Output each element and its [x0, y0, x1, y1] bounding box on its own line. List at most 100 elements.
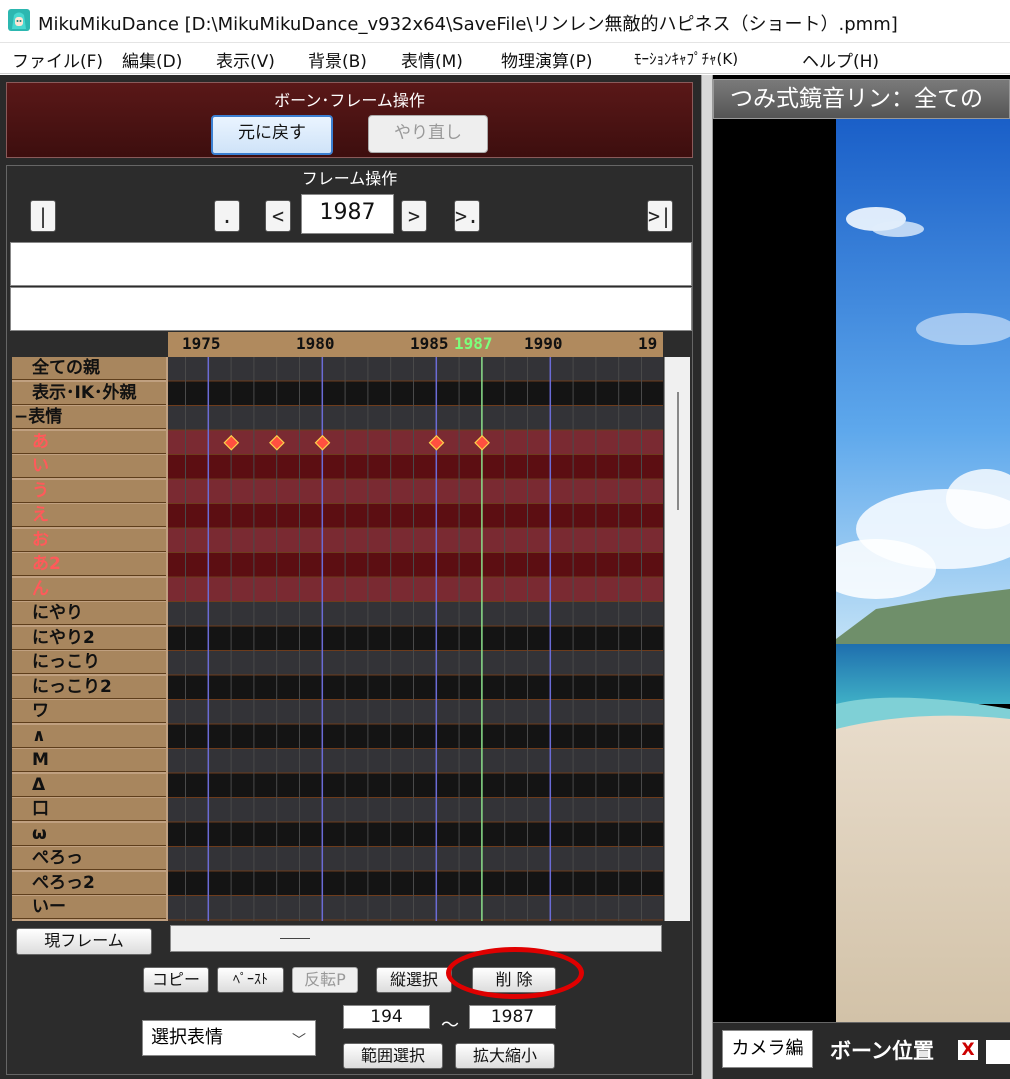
track-label[interactable]: あ: [12, 430, 166, 454]
track-label[interactable]: ん: [12, 577, 166, 601]
track-label[interactable]: 全ての親: [12, 357, 166, 380]
track-label[interactable]: にっこり2: [12, 675, 166, 699]
scrollbar-thumb[interactable]: [677, 392, 679, 510]
track-label[interactable]: あ2: [12, 553, 166, 576]
menu-motion-capture[interactable]: ﾓｰｼｮﾝｷｬﾌﾟﾁｬ(K): [634, 48, 738, 69]
next-frame-button[interactable]: >: [401, 200, 427, 232]
beach-scene-image: [836, 119, 1010, 1022]
menu-background[interactable]: 背景(B): [308, 47, 367, 72]
frame-info-field-1: [10, 242, 692, 286]
track-label[interactable]: にやり2: [12, 626, 166, 650]
frame-slider-bar[interactable]: [170, 925, 662, 952]
expression-select-dropdown[interactable]: 選択表情: [142, 1020, 316, 1056]
bone-position-input[interactable]: [986, 1040, 1010, 1064]
prev-keyframe-button[interactable]: .<: [214, 200, 240, 258]
track-label[interactable]: 口: [12, 798, 166, 821]
current-frame-button[interactable]: 現フレーム: [16, 928, 152, 955]
track-label[interactable]: ぺろっ: [12, 847, 166, 870]
close-x-icon[interactable]: X: [958, 1040, 978, 1060]
track-row[interactable]: [168, 626, 663, 652]
track-label[interactable]: い: [12, 455, 166, 478]
ruler-label: 19: [638, 334, 658, 353]
range-end-input[interactable]: 1987: [469, 1005, 556, 1029]
track-label[interactable]: ワ: [12, 700, 166, 723]
viewport-title: つみ式鏡音リン：全ての: [713, 79, 1010, 119]
frame-info-field-2: [10, 287, 692, 331]
collapse-toggle-icon[interactable]: −: [14, 407, 28, 427]
track-row[interactable]: [168, 430, 663, 456]
track-label[interactable]: え: [12, 504, 166, 527]
prev-frame-button[interactable]: <: [265, 200, 291, 232]
track-row[interactable]: [168, 749, 663, 774]
menu-bar: ファイル(F) 編集(D) 表示(V) 背景(B) 表情(M) 物理演算(P) …: [0, 42, 1010, 74]
range-separator: ～: [441, 1015, 459, 1036]
chevron-down-icon: ﹀: [292, 1033, 306, 1049]
track-row[interactable]: [168, 504, 663, 529]
ruler-label: 1990: [524, 334, 563, 353]
menu-edit[interactable]: 編集(D): [122, 47, 182, 72]
track-row[interactable]: [168, 675, 663, 701]
menu-physics[interactable]: 物理演算(P): [501, 47, 593, 72]
track-row[interactable]: [168, 822, 663, 848]
pane-splitter[interactable]: [701, 75, 713, 1079]
track-row[interactable]: [168, 602, 663, 627]
first-frame-button[interactable]: |<: [30, 200, 56, 258]
ruler-current-frame-label: 1987: [454, 334, 493, 353]
track-row[interactable]: [168, 847, 663, 872]
menu-help[interactable]: ヘルプ(H): [802, 47, 879, 72]
track-row[interactable]: [168, 381, 663, 407]
current-frame-input[interactable]: 1987: [301, 194, 394, 234]
mmd-app-icon: [8, 9, 30, 31]
track-row[interactable]: [168, 406, 663, 431]
next-keyframe-button[interactable]: >.: [454, 200, 480, 232]
track-label[interactable]: にっこり: [12, 651, 166, 674]
last-frame-button[interactable]: >|: [647, 200, 673, 232]
ruler-label: 1975: [182, 334, 221, 353]
track-row[interactable]: [168, 798, 663, 823]
menu-file[interactable]: ファイル(F): [12, 47, 103, 72]
range-start-input[interactable]: 194: [343, 1005, 430, 1029]
track-row[interactable]: [168, 479, 663, 505]
undo-button[interactable]: 元に戻す: [211, 115, 333, 155]
highlight-circle: [446, 947, 584, 999]
track-row[interactable]: [168, 528, 663, 554]
title-bar: MikuMikuDance [D:\MikuMikuDance_v932x64\…: [0, 0, 1010, 42]
ruler-label: 1980: [296, 334, 335, 353]
track-label[interactable]: お: [12, 528, 166, 552]
scale-button[interactable]: 拡大縮小: [455, 1043, 555, 1069]
track-row[interactable]: [168, 871, 663, 897]
track-row[interactable]: [168, 651, 663, 676]
copy-button[interactable]: コピー: [143, 967, 209, 993]
track-row[interactable]: [168, 553, 663, 578]
track-label[interactable]: いー: [12, 896, 166, 919]
track-label[interactable]: ∧: [12, 724, 166, 748]
track-row[interactable]: [168, 700, 663, 725]
vertical-select-button[interactable]: 縦選択: [376, 967, 452, 993]
menu-view[interactable]: 表示(V): [216, 47, 275, 72]
timeline-grid[interactable]: [168, 357, 663, 921]
track-label[interactable]: M: [12, 749, 166, 772]
range-select-button[interactable]: 範囲選択: [343, 1043, 443, 1069]
track-row[interactable]: [168, 357, 663, 382]
paste-button[interactable]: ﾍﾟｰｽﾄ: [217, 967, 284, 993]
track-label[interactable]: ぺろっ2: [12, 871, 166, 895]
frame-panel-title: フレーム操作: [301, 169, 398, 188]
track-row[interactable]: [168, 577, 663, 603]
track-row[interactable]: [168, 455, 663, 480]
track-row[interactable]: [168, 896, 663, 921]
track-label[interactable]: ω: [12, 822, 166, 846]
bone-position-label: ボーン位置: [830, 1039, 934, 1063]
redo-button[interactable]: やり直し: [368, 115, 488, 153]
track-row[interactable]: [168, 724, 663, 750]
flip-paste-button[interactable]: 反転P: [292, 967, 358, 993]
camera-edit-button[interactable]: カメラ編: [722, 1030, 813, 1068]
ruler-label: 1985: [410, 334, 449, 353]
window-title: MikuMikuDance [D:\MikuMikuDance_v932x64\…: [38, 14, 898, 35]
track-label[interactable]: にやり: [12, 602, 166, 625]
track-label[interactable]: Δ: [12, 773, 166, 797]
track-label[interactable]: う: [12, 479, 166, 503]
track-label[interactable]: −表情: [12, 406, 166, 429]
track-label[interactable]: 表示･IK･外親: [12, 381, 166, 405]
track-row[interactable]: [168, 773, 663, 799]
menu-expression[interactable]: 表情(M): [401, 47, 463, 72]
